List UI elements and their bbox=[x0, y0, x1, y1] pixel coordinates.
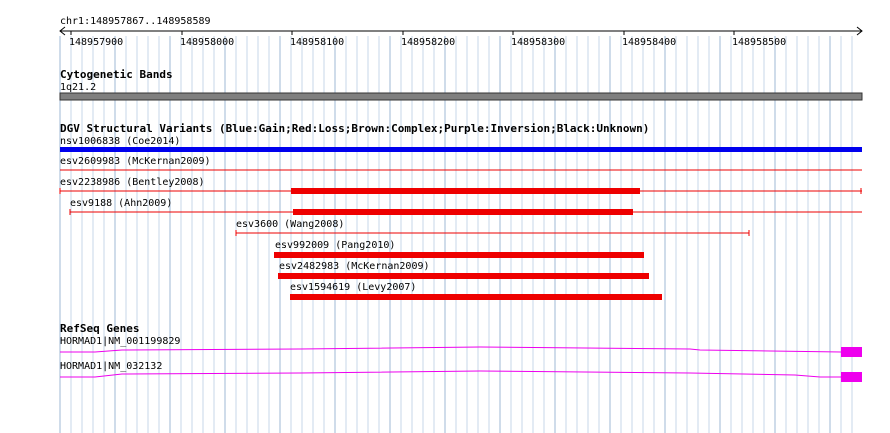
track-canvas: chr1:148957867..148958589 148957900 14895… bbox=[59, 16, 863, 433]
region-label: chr1:148957867..148958589 bbox=[60, 16, 211, 27]
variant-label-esv2482983: esv2482983 (McKernan2009) bbox=[279, 261, 430, 272]
ruler-tick-label: 148957900 bbox=[69, 37, 123, 48]
genome-browser: chr1:148957867..148958589 148957900 14895… bbox=[0, 0, 890, 433]
variant-bar-esv992009[interactable] bbox=[274, 252, 644, 258]
cytoband-label: 1q21.2 bbox=[60, 82, 96, 93]
variant-bar-nsv1006838[interactable] bbox=[60, 147, 862, 152]
ruler[interactable]: chr1:148957867..148958589 148957900 14895… bbox=[59, 16, 863, 48]
transcript-label-nm-001199829: HORMAD1|NM_001199829 bbox=[60, 336, 180, 347]
ruler-tick-label: 148958500 bbox=[732, 37, 786, 48]
transcript-label-nm-032132: HORMAD1|NM_032132 bbox=[60, 361, 162, 372]
ruler-ticks: 148957900 148958000 148958100 148958200 1489… bbox=[69, 31, 786, 48]
ruler-tick-label: 148958200 bbox=[401, 37, 455, 48]
ruler-tick-label: 148958100 bbox=[290, 37, 344, 48]
dgv-track-title: DGV Structural Variants (Blue:Gain;Red:L… bbox=[60, 122, 649, 135]
variant-label-esv9188: esv9188 (Ahn2009) bbox=[70, 198, 172, 209]
variant-bar-esv2482983[interactable] bbox=[278, 273, 649, 279]
variant-label-esv2238986: esv2238986 (Bentley2008) bbox=[60, 177, 205, 188]
variant-bar-esv1594619[interactable] bbox=[290, 294, 662, 300]
ruler-tick-label: 148958300 bbox=[511, 37, 565, 48]
variant-label-esv1594619: esv1594619 (Levy2007) bbox=[290, 282, 416, 293]
variant-label-esv992009: esv992009 (Pang2010) bbox=[275, 240, 395, 251]
variant-bar-esv9188[interactable] bbox=[69, 209, 862, 215]
variant-label-esv2609983: esv2609983 (McKernan2009) bbox=[60, 156, 211, 167]
variant-label-esv3600: esv3600 (Wang2008) bbox=[236, 219, 344, 230]
cytoband-track-title: Cytogenetic Bands bbox=[60, 68, 173, 81]
variant-label-nsv1006838: nsv1006838 (Coe2014) bbox=[60, 136, 180, 147]
ruler-tick-label: 148958400 bbox=[622, 37, 676, 48]
cytoband-bar[interactable] bbox=[59, 92, 863, 101]
ruler-tick-label: 148958000 bbox=[180, 37, 234, 48]
refseq-track-title: RefSeq Genes bbox=[60, 322, 139, 335]
